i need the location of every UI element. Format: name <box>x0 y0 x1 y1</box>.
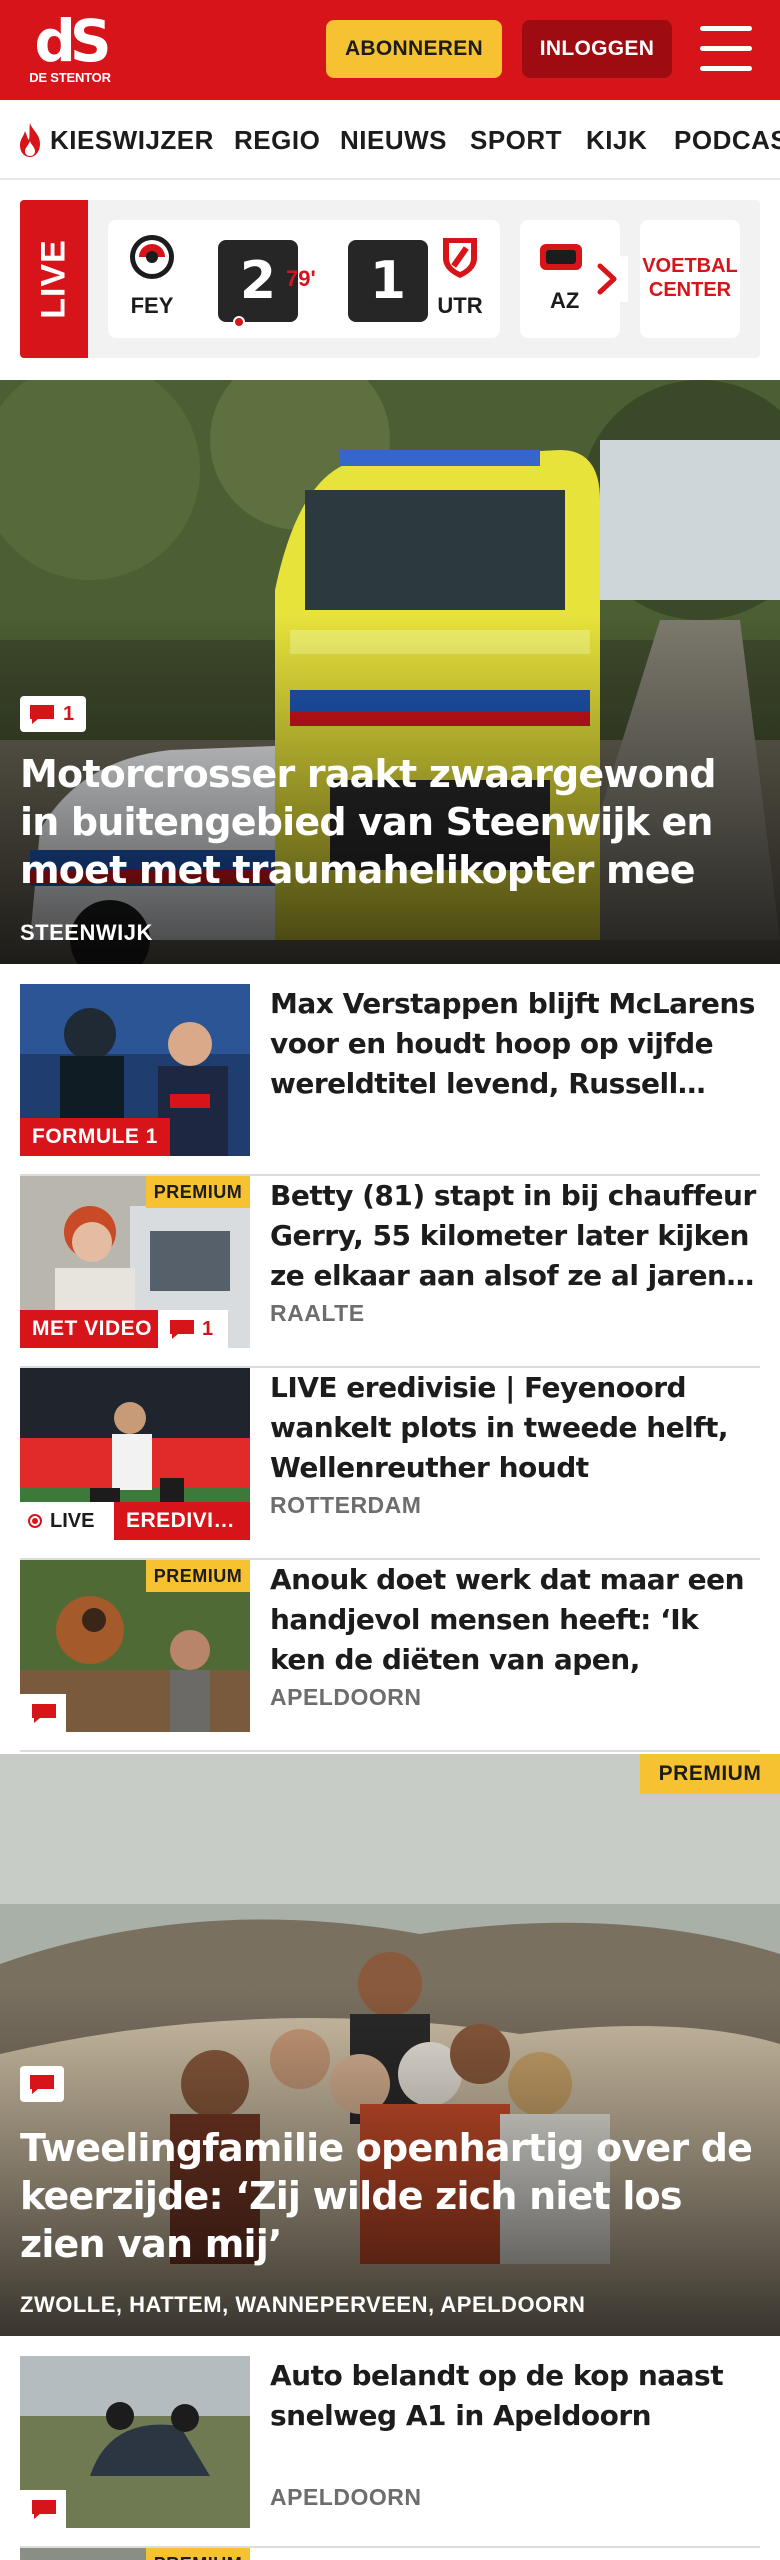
comment-count-badge: 1 <box>158 1310 228 1348</box>
list-item-feyenoord-live[interactable]: LIVE EREDIVI… LIVE eredivisie | Feyenoor… <box>20 1368 760 1560</box>
article-thumbnail: PREMIUM MET VIDEO 1 <box>20 1176 250 1348</box>
article-thumbnail: FORMULE 1 <box>20 984 250 1156</box>
live-indicator: LIVE <box>20 1502 114 1540</box>
match-minute: 79' <box>286 266 316 291</box>
premium-badge: PREMIUM <box>146 1560 250 1592</box>
subscribe-button[interactable]: ABONNEREN <box>326 20 502 78</box>
article-title[interactable]: Auto belandt op de kop naast snelweg A1 … <box>270 2356 760 2440</box>
hamburger-menu-icon[interactable] <box>700 26 752 72</box>
article-thumbnail: PREMIUM <box>20 1560 250 1732</box>
nav-item-regio[interactable]: REGIO <box>234 100 320 178</box>
article-thumbnail: LIVE EREDIVI… <box>20 1368 250 1540</box>
comment-count: 1 <box>63 703 75 725</box>
login-button[interactable]: INLOGGEN <box>522 20 672 78</box>
article-thumbnail: PREMIUM <box>20 2548 250 2560</box>
list-item-anouk[interactable]: PREMIUM Anouk doet werk dat maar een han… <box>20 1560 760 1752</box>
category-tag: MET VIDEO <box>20 1310 165 1348</box>
comment-badge <box>20 2066 64 2102</box>
list-item-auto-a1[interactable]: Auto belandt op de kop naast snelweg A1 … <box>20 2356 760 2548</box>
nav-item-podcast[interactable]: PODCAS <box>674 100 780 178</box>
comment-badge <box>20 1694 66 1732</box>
live-dot-icon <box>28 1514 42 1528</box>
away-team: UTR <box>430 234 490 319</box>
live-match-card[interactable]: FEY 2 79' 1 UTR <box>108 220 500 338</box>
comment-count-badge: 1 <box>20 696 86 732</box>
premium-badge: PREMIUM <box>640 1754 780 1794</box>
live-label: LIVE <box>20 200 88 358</box>
comment-count: 1 <box>202 1318 214 1340</box>
next-team-code: AZ <box>550 288 580 313</box>
az-badge-icon <box>540 244 582 270</box>
comment-icon <box>32 1704 56 1723</box>
main-nav: KIESWIJZER REGIO NIEUWS SPORT KIJK PODCA… <box>0 100 780 180</box>
article-title[interactable]: LIVE eredivisie | Feyenoord wankelt plot… <box>270 1368 760 1488</box>
article-location: APELDOORN <box>270 1684 422 1710</box>
top-header: dS DE STENTOR ABONNEREN INLOGGEN <box>0 0 780 100</box>
hero-article-tweelingfamilie[interactable]: PREMIUM Tweelingfamilie openhartig over … <box>0 1754 780 2336</box>
comment-icon <box>32 2500 56 2519</box>
article-thumbnail <box>20 2356 250 2528</box>
site-logo[interactable]: dS DE STENTOR <box>28 12 112 88</box>
away-team-code: UTR <box>437 293 483 318</box>
live-dot <box>233 316 245 328</box>
logo-mark: dS <box>34 7 111 75</box>
comment-icon <box>30 705 54 724</box>
hero-article-motorcrosser[interactable]: 1 Motorcrosser raakt zwaargewond in buit… <box>0 380 780 964</box>
home-team-code: FEY <box>130 293 174 318</box>
chevron-right-icon[interactable] <box>588 256 628 302</box>
list-item-partial[interactable]: PREMIUM <box>20 2548 760 2560</box>
feyenoord-badge-icon <box>130 235 174 279</box>
nav-item-kieswijzer[interactable]: KIESWIJZER <box>50 100 214 178</box>
article-title[interactable]: Max Verstappen blijft McLarens voor en h… <box>270 984 760 1104</box>
category-tag: EREDIVI… <box>114 1502 250 1540</box>
comment-icon <box>30 2075 54 2094</box>
comment-icon <box>170 1320 194 1339</box>
article-location: APELDOORN <box>270 2484 422 2510</box>
live-text: LIVE <box>50 1510 95 1532</box>
fc-utrecht-badge-icon <box>443 238 477 278</box>
flame-icon <box>20 123 40 157</box>
article-location: RAALTE <box>270 1300 365 1326</box>
list-item-betty[interactable]: PREMIUM MET VIDEO 1 Betty (81) stapt in … <box>20 1176 760 1368</box>
article-title[interactable]: Betty (81) stapt in bij chauffeur Gerry,… <box>270 1176 760 1296</box>
live-scores-bar: LIVE FEY 2 79' 1 UTR AZ VOETBAL CENTER <box>20 200 760 358</box>
voetbal-center-button[interactable]: VOETBAL CENTER <box>640 220 740 338</box>
hero-title[interactable]: Motorcrosser raakt zwaargewond in buiten… <box>20 750 760 894</box>
comment-badge <box>20 2490 66 2528</box>
home-team: FEY <box>122 234 182 319</box>
list-item-verstappen[interactable]: FORMULE 1 Max Verstappen blijft McLarens… <box>20 984 760 1176</box>
category-tag: FORMULE 1 <box>20 1118 170 1156</box>
premium-badge: PREMIUM <box>146 1176 250 1208</box>
hero-location: ZWOLLE, HATTEM, WANNEPERVEEN, APELDOORN <box>20 2292 586 2317</box>
premium-badge: PREMIUM <box>146 2548 250 2560</box>
hero-location: STEENWIJK <box>20 920 153 945</box>
thumbnail-image-partial <box>20 2548 146 2560</box>
hero-title[interactable]: Tweelingfamilie openhartig over de keerz… <box>20 2124 760 2268</box>
away-score: 1 <box>348 240 428 322</box>
nav-item-nieuws[interactable]: NIEUWS <box>340 100 447 178</box>
nav-item-kijk[interactable]: KIJK <box>586 100 647 178</box>
nav-item-sport[interactable]: SPORT <box>470 100 562 178</box>
article-location: ROTTERDAM <box>270 1492 422 1518</box>
article-title[interactable]: Anouk doet werk dat maar een handjevol m… <box>270 1560 760 1680</box>
logo-name: DE STENTOR <box>29 70 111 85</box>
